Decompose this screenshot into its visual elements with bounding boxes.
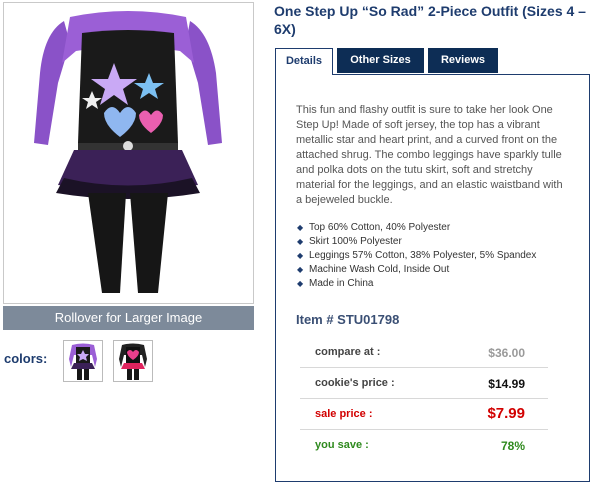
feature-text: Machine Wash Cold, Inside Out bbox=[309, 264, 450, 275]
price-table: compare at : $36.00 cookie's price : $14… bbox=[300, 337, 548, 461]
feature-text: Skirt 100% Polyester bbox=[309, 236, 402, 247]
bullet-icon: ◆ bbox=[297, 237, 304, 246]
sale-label: sale price : bbox=[315, 408, 373, 420]
bullet-icon: ◆ bbox=[297, 265, 304, 274]
list-item: ◆ Made in China bbox=[296, 277, 536, 291]
you-save-row: you save : 78% bbox=[300, 430, 548, 461]
cookie-price-row: cookie's price : $14.99 bbox=[300, 368, 548, 399]
compare-value: $36.00 bbox=[488, 346, 525, 360]
tab-other-sizes[interactable]: Other Sizes bbox=[337, 48, 424, 73]
bullet-icon: ◆ bbox=[297, 279, 304, 288]
list-item: ◆ Top 60% Cotton, 40% Polyester bbox=[296, 221, 536, 235]
save-value: 78% bbox=[500, 439, 525, 453]
sale-price-row: sale price : $7.99 bbox=[300, 399, 548, 430]
purple-outfit-thumbnail bbox=[69, 343, 97, 380]
color-swatch-purple[interactable] bbox=[63, 340, 103, 382]
compare-price-row: compare at : $36.00 bbox=[300, 337, 548, 368]
list-item: ◆ Leggings 57% Cotton, 38% Polyester, 5% … bbox=[296, 249, 536, 263]
tab-details[interactable]: Details bbox=[275, 48, 333, 75]
save-label: you save : bbox=[315, 439, 369, 451]
details-panel: This fun and flashy outfit is sure to ta… bbox=[275, 74, 590, 482]
black-outfit-thumbnail bbox=[119, 343, 147, 380]
bullet-icon: ◆ bbox=[297, 223, 304, 232]
colors-label: colors: bbox=[4, 351, 48, 366]
feature-list: ◆ Top 60% Cotton, 40% Polyester ◆ Skirt 10… bbox=[296, 221, 536, 291]
product-description: This fun and flashy outfit is sure to ta… bbox=[296, 104, 563, 206]
cookie-label: cookie's price : bbox=[315, 377, 395, 389]
feature-text: Leggings 57% Cotton, 38% Polyester, 5% S… bbox=[309, 250, 537, 261]
bullet-icon: ◆ bbox=[297, 251, 304, 260]
feature-text: Made in China bbox=[309, 278, 374, 289]
item-number: Item # STU01798 bbox=[296, 312, 400, 327]
cookie-value: $14.99 bbox=[488, 377, 525, 391]
compare-label: compare at : bbox=[315, 346, 381, 358]
tab-reviews[interactable]: Reviews bbox=[428, 48, 498, 73]
sale-value: $7.99 bbox=[487, 405, 525, 422]
outfit-illustration bbox=[34, 11, 222, 293]
rollover-caption[interactable]: Rollover for Larger Image bbox=[3, 306, 254, 330]
color-swatch-black[interactable] bbox=[113, 340, 153, 382]
product-image[interactable] bbox=[3, 2, 254, 304]
list-item: ◆ Skirt 100% Polyester bbox=[296, 235, 536, 249]
product-title: One Step Up “So Rad” 2-Piece Outfit (Siz… bbox=[274, 3, 586, 37]
feature-text: Top 60% Cotton, 40% Polyester bbox=[309, 222, 451, 233]
list-item: ◆ Machine Wash Cold, Inside Out bbox=[296, 263, 536, 277]
